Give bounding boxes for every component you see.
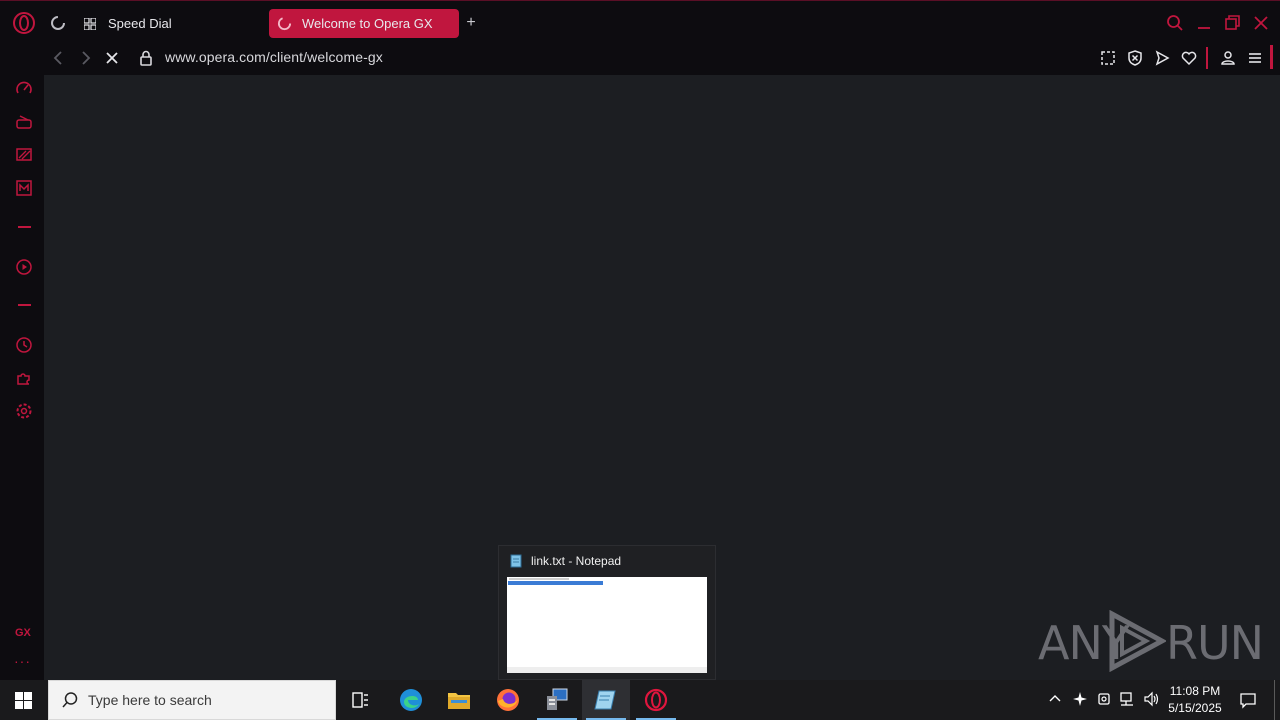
address-bar: www.opera.com/client/welcome-gx [44, 41, 1280, 75]
sidebar: GX ··· [0, 75, 44, 681]
notepad-icon [594, 690, 616, 710]
settings-icon[interactable] [14, 401, 34, 421]
search-icon[interactable] [1165, 13, 1185, 33]
taskbar-clock[interactable]: 11:08 PM 5/15/2025 [1160, 683, 1230, 717]
preview-title-text: link.txt - Notepad [531, 554, 622, 568]
back-icon[interactable] [50, 49, 68, 67]
network-activity-icon[interactable] [1071, 690, 1089, 708]
easy-setup-menu-icon[interactable] [1245, 48, 1265, 68]
thumbnail-menubar [509, 578, 569, 580]
forward-icon[interactable] [76, 49, 94, 67]
history-icon[interactable] [14, 335, 34, 355]
task-view-button[interactable] [336, 680, 384, 720]
taskbar-control-panel[interactable] [533, 680, 581, 720]
folder-icon [448, 693, 470, 709]
anyrun-watermark: ANY RUN [1038, 608, 1264, 674]
tab-welcome-opera-gx[interactable]: Welcome to Opera GX [269, 9, 459, 38]
minimize-icon[interactable] [1194, 13, 1214, 33]
new-tab-button[interactable]: + [462, 14, 480, 32]
close-icon[interactable] [1251, 13, 1271, 33]
device-icon[interactable] [1095, 690, 1113, 708]
url-field[interactable]: www.opera.com/client/welcome-gx [165, 49, 383, 65]
clock-time: 11:08 PM [1169, 684, 1221, 698]
tab-label: Welcome to Opera GX [302, 16, 433, 31]
search-placeholder: Type here to search [88, 692, 212, 708]
taskbar-search-box[interactable]: Type here to search [48, 680, 336, 720]
notification-icon[interactable] [1238, 690, 1258, 710]
restore-icon[interactable] [1222, 13, 1242, 33]
show-desktop-button[interactable] [1274, 680, 1275, 720]
opera-logo-icon[interactable] [12, 11, 36, 35]
tab-label: Speed Dial [108, 16, 172, 31]
taskbar-thumbnail-preview[interactable]: link.txt - Notepad [498, 545, 716, 680]
account-icon[interactable] [1218, 48, 1238, 68]
search-icon [62, 692, 78, 708]
play-logo-icon [1109, 610, 1166, 672]
loading-spinner-icon [277, 16, 292, 31]
watermark-text-right: RUN [1166, 616, 1264, 670]
clock-date: 5/15/2025 [1168, 701, 1222, 715]
notepad-thumbnail [507, 577, 707, 673]
speedometer-icon[interactable] [14, 79, 34, 99]
lock-icon[interactable] [137, 49, 155, 67]
gx-label[interactable]: GX [15, 627, 31, 639]
taskbar-notepad[interactable] [582, 680, 630, 720]
stop-loading-icon[interactable] [103, 49, 121, 67]
extensions-icon[interactable] [14, 368, 34, 388]
windows-logo-icon [15, 692, 32, 709]
tab-bar: Speed Dial Welcome to Opera GX + [0, 1, 1280, 41]
loading-indicator-icon [51, 16, 65, 30]
start-button[interactable] [0, 680, 48, 720]
player-icon[interactable] [14, 257, 34, 277]
snapshot-icon[interactable] [1098, 48, 1118, 68]
network-wired-icon[interactable] [1118, 690, 1136, 708]
preview-title: link.txt - Notepad [509, 554, 621, 568]
thumbnail-selected-text [508, 581, 603, 585]
twitch-icon[interactable] [14, 145, 34, 165]
toolbar-divider [1206, 47, 1208, 69]
taskbar-opera-gx[interactable] [632, 680, 680, 720]
grid-icon [84, 17, 96, 30]
notepad-icon [510, 554, 522, 568]
thumbnail-statusbar [507, 667, 707, 673]
window-accent-edge [1270, 45, 1273, 69]
taskbar-firefox[interactable] [484, 680, 532, 720]
task-view-icon [352, 692, 368, 708]
sidebar-divider [18, 226, 31, 228]
adblock-icon[interactable] [1125, 48, 1145, 68]
edge-icon [400, 689, 422, 711]
firefox-icon [497, 689, 519, 711]
heart-icon[interactable] [1179, 48, 1199, 68]
volume-icon[interactable] [1142, 690, 1160, 708]
more-options-icon[interactable]: ··· [14, 653, 31, 669]
sidebar-divider [18, 304, 31, 306]
taskbar-file-explorer[interactable] [435, 680, 483, 720]
gx-corner-icon[interactable] [14, 178, 34, 198]
control-panel-icon [547, 688, 568, 710]
opera-gx-icon [644, 688, 668, 712]
chevron-up-icon[interactable] [1046, 690, 1064, 708]
tab-speed-dial[interactable]: Speed Dial [76, 9, 262, 38]
game-controller-icon[interactable] [14, 112, 34, 132]
taskbar-edge[interactable] [387, 680, 435, 720]
windows-taskbar: Type here to search 11:08 PM 5/15/2025 [0, 680, 1280, 720]
send-icon[interactable] [1152, 48, 1172, 68]
